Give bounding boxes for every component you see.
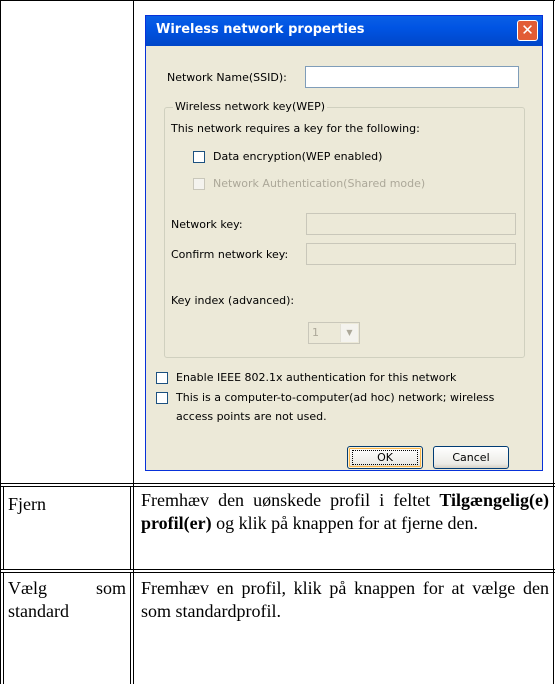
ok-button-label: OK	[377, 451, 393, 464]
wep-group-label: Wireless network key(WEP)	[173, 100, 327, 113]
cancel-button[interactable]: Cancel	[433, 446, 509, 469]
table-divider-col	[133, 0, 134, 684]
network-auth-checkbox[interactable]	[193, 178, 205, 190]
adhoc-checkbox[interactable]	[156, 392, 168, 404]
ok-button[interactable]: OK	[347, 446, 423, 469]
row-desc-standard: Fremhæv en profil, klik på knappen for a…	[141, 577, 549, 623]
table-border-left	[0, 0, 1, 684]
confirm-key-input[interactable]	[306, 243, 516, 265]
chevron-down-icon: ▼	[340, 324, 358, 342]
network-key-input[interactable]	[306, 213, 516, 235]
row-name-fjern: Fjern	[8, 494, 46, 514]
key-index-dropdown[interactable]: 1 ▼	[308, 322, 360, 344]
data-encryption-checkbox[interactable]	[193, 151, 205, 163]
cell-inner-line	[130, 487, 131, 569]
row-desc-pre: Fremhæv en profil, klik på knappen for a…	[141, 578, 549, 621]
adhoc-label-line1: This is a computer-to-computer(ad hoc) n…	[176, 391, 495, 404]
table-divider-row2b	[0, 572, 555, 573]
confirm-key-label: Confirm network key:	[171, 248, 289, 261]
cancel-button-label: Cancel	[452, 451, 490, 464]
table-divider-row1	[0, 483, 555, 484]
row-name-standard-text: Vælg som standard	[8, 578, 126, 621]
ssid-label: Network Name(SSID):	[167, 71, 287, 84]
table-divider-row2	[0, 569, 555, 570]
cell-inner-line	[3, 487, 4, 569]
row-desc-fjern: Fremhæv den uønskede profil i feltet Til…	[141, 489, 549, 535]
close-icon[interactable]: ✕	[517, 20, 538, 41]
table-border-top	[0, 0, 555, 1]
wep-groupbox: Wireless network key(WEP) This network r…	[164, 100, 525, 358]
cell-inner-line	[3, 573, 4, 684]
key-index-value: 1	[312, 326, 319, 339]
key-index-label: Key index (advanced):	[171, 294, 295, 307]
ieee-checkbox[interactable]	[156, 372, 168, 384]
ieee-label: Enable IEEE 802.1x authentication for th…	[176, 371, 457, 384]
dialog-title: Wireless network properties	[156, 22, 365, 37]
wireless-properties-dialog: Wireless network properties ✕ Network Na…	[145, 15, 543, 471]
cell-inner-line	[130, 573, 131, 684]
dialog-body: Network Name(SSID): Wireless network key…	[149, 46, 539, 469]
network-auth-label: Network Authentication(Shared mode)	[213, 177, 426, 190]
table-divider-row1b	[0, 486, 555, 487]
table-border-right	[553, 0, 554, 684]
dialog-titlebar: Wireless network properties ✕	[146, 16, 542, 46]
row-desc-pre: Fremhæv den uønskede profil i feltet	[141, 490, 440, 510]
network-key-label: Network key:	[171, 218, 243, 231]
row-name-standard: Vælg som standard	[8, 577, 126, 623]
requires-key-text: This network requires a key for the foll…	[171, 122, 420, 135]
row-desc-post: og klik på knappen for at fjerne den.	[211, 513, 479, 533]
data-encryption-label: Data encryption(WEP enabled)	[213, 150, 383, 163]
adhoc-label-line2: access points are not used.	[176, 410, 327, 423]
ssid-input[interactable]	[305, 66, 519, 88]
